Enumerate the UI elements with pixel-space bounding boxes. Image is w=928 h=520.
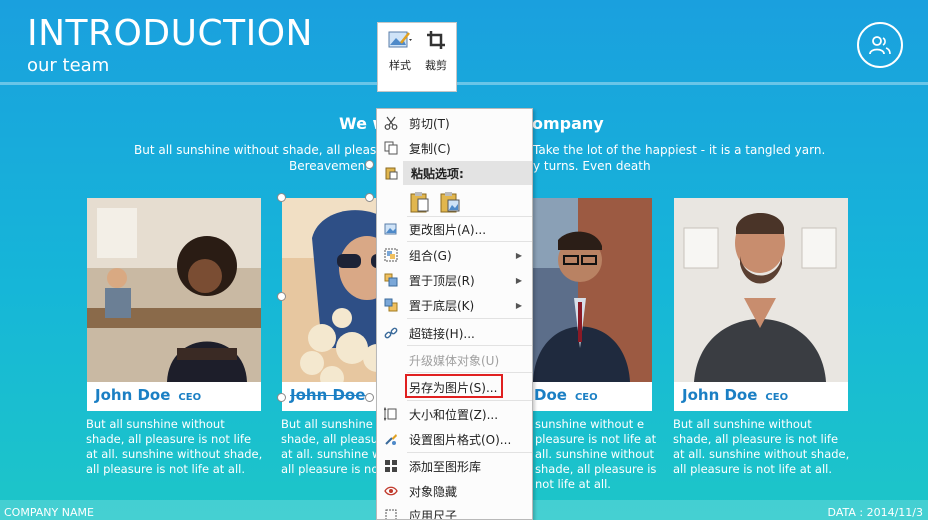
menu-item-group[interactable]: 组合(G) ▶	[377, 243, 532, 267]
copy-icon	[382, 139, 400, 157]
submenu-arrow-icon: ▶	[515, 275, 522, 285]
highlight-annotation	[405, 374, 503, 398]
selection-handle-left[interactable]	[277, 292, 286, 301]
header-divider	[0, 82, 928, 85]
menu-separator	[407, 318, 532, 319]
menu-item-size-position[interactable]: 大小和位置(Z)...	[377, 402, 532, 426]
group-icon	[382, 246, 400, 264]
shape-library-icon	[382, 457, 400, 475]
card-name-row: John Doe	[290, 386, 365, 404]
member-role: CEO	[765, 392, 789, 403]
crop-label: 裁剪	[425, 59, 447, 72]
clipboard-icon	[382, 164, 400, 182]
menu-separator	[407, 345, 532, 346]
selection-handle-top[interactable]	[365, 193, 374, 202]
mini-toolbar: 样式 裁剪	[377, 22, 457, 92]
menu-item-add-to-shapes[interactable]: 添加至图形库	[377, 454, 532, 478]
menu-separator	[407, 372, 532, 373]
team-photo[interactable]	[674, 198, 848, 382]
style-label: 样式	[389, 59, 411, 72]
style-button[interactable]: 样式	[382, 29, 418, 85]
scissors-icon	[382, 114, 400, 132]
menu-item-hyperlink[interactable]: 超链接(H)...	[377, 321, 532, 345]
card-name-row: John Doe CEO	[95, 386, 201, 404]
member-name: Doe	[534, 386, 567, 404]
member-role: CEO	[178, 392, 202, 403]
menu-item-cut[interactable]: 剪切(T)	[377, 111, 532, 135]
member-name: John Doe	[95, 386, 171, 404]
menu-item-upgrade-media: 升级媒体对象(U)	[409, 353, 500, 368]
member-name: John Doe	[682, 386, 758, 404]
intro-text-line2-left: Bereavement	[289, 159, 370, 173]
slide-title: INTRODUCTION	[27, 13, 313, 54]
menu-item-copy[interactable]: 复制(C)	[377, 136, 532, 160]
footer-date: DATA : 2014/11/3	[827, 506, 923, 519]
team-card[interactable]: John Doe CEO	[674, 198, 848, 411]
menu-item-change-picture[interactable]: 更改图片(A)...	[377, 217, 532, 241]
menu-item-bring-to-front[interactable]: 置于顶层(R) ▶	[377, 268, 532, 292]
hyperlink-icon	[382, 324, 400, 342]
card-name-row: John Doe CEO	[682, 386, 788, 404]
format-picture-icon	[382, 430, 400, 448]
paste-options-row	[377, 187, 532, 217]
team-photo[interactable]	[87, 198, 261, 382]
selection-handle-bottom-left[interactable]	[277, 393, 286, 402]
paste-keep-format-icon[interactable]	[409, 191, 431, 216]
intro-text-line1-left: But all sunshine without shade, all plea…	[134, 143, 410, 157]
member-name: John Doe	[290, 386, 366, 404]
selection-handle-top-left[interactable]	[277, 193, 286, 202]
paste-as-picture-icon[interactable]	[439, 191, 461, 216]
crop-button[interactable]: 裁剪	[418, 29, 454, 85]
menu-separator	[407, 400, 532, 401]
card-name-row: Doe CEO	[534, 386, 598, 404]
footer-company: COMPANY NAME	[4, 506, 94, 519]
member-description: But all sunshine without shade, all plea…	[673, 417, 850, 476]
bring-to-front-icon	[382, 271, 400, 289]
member-role: CEO	[574, 392, 598, 403]
menu-item-send-to-back[interactable]: 置于底层(K) ▶	[377, 293, 532, 317]
intro-text-line1-right: Take the lot of the happiest - it is a t…	[533, 143, 826, 157]
selection-handle-bottom[interactable]	[365, 393, 374, 402]
member-description: But all sunshine without shade, all plea…	[86, 417, 263, 476]
change-picture-icon	[382, 220, 400, 238]
eye-icon	[382, 482, 400, 500]
team-icon	[857, 22, 903, 68]
menu-separator	[407, 241, 532, 242]
menu-item-hide-object[interactable]: 对象隐藏	[377, 479, 532, 503]
picture-style-icon	[388, 31, 412, 48]
team-card[interactable]: John Doe CEO	[87, 198, 261, 411]
ruler-icon	[382, 506, 400, 519]
slide-subtitle: our team	[27, 55, 110, 76]
submenu-arrow-icon: ▶	[515, 300, 522, 310]
crop-icon	[427, 31, 445, 49]
rotation-handle[interactable]	[365, 160, 374, 169]
context-menu: 剪切(T) 复制(C) 粘贴选项: 更改图片(A)... 组合(G) ▶ 置于顶…	[376, 108, 533, 520]
menu-item-apply-size[interactable]: 应用尺子	[377, 503, 532, 519]
member-description: sunshine without e pleasure is not life …	[535, 417, 657, 491]
menu-separator	[407, 452, 532, 453]
section-heading-right: ompany	[532, 114, 604, 133]
paste-options-label: 粘贴选项:	[403, 161, 532, 185]
intro-text-line2-right: y turns. Even death	[533, 159, 651, 173]
menu-item-format-picture[interactable]: 设置图片格式(O)...	[377, 427, 532, 451]
submenu-arrow-icon: ▶	[515, 250, 522, 260]
size-position-icon	[382, 405, 400, 423]
send-to-back-icon	[382, 296, 400, 314]
